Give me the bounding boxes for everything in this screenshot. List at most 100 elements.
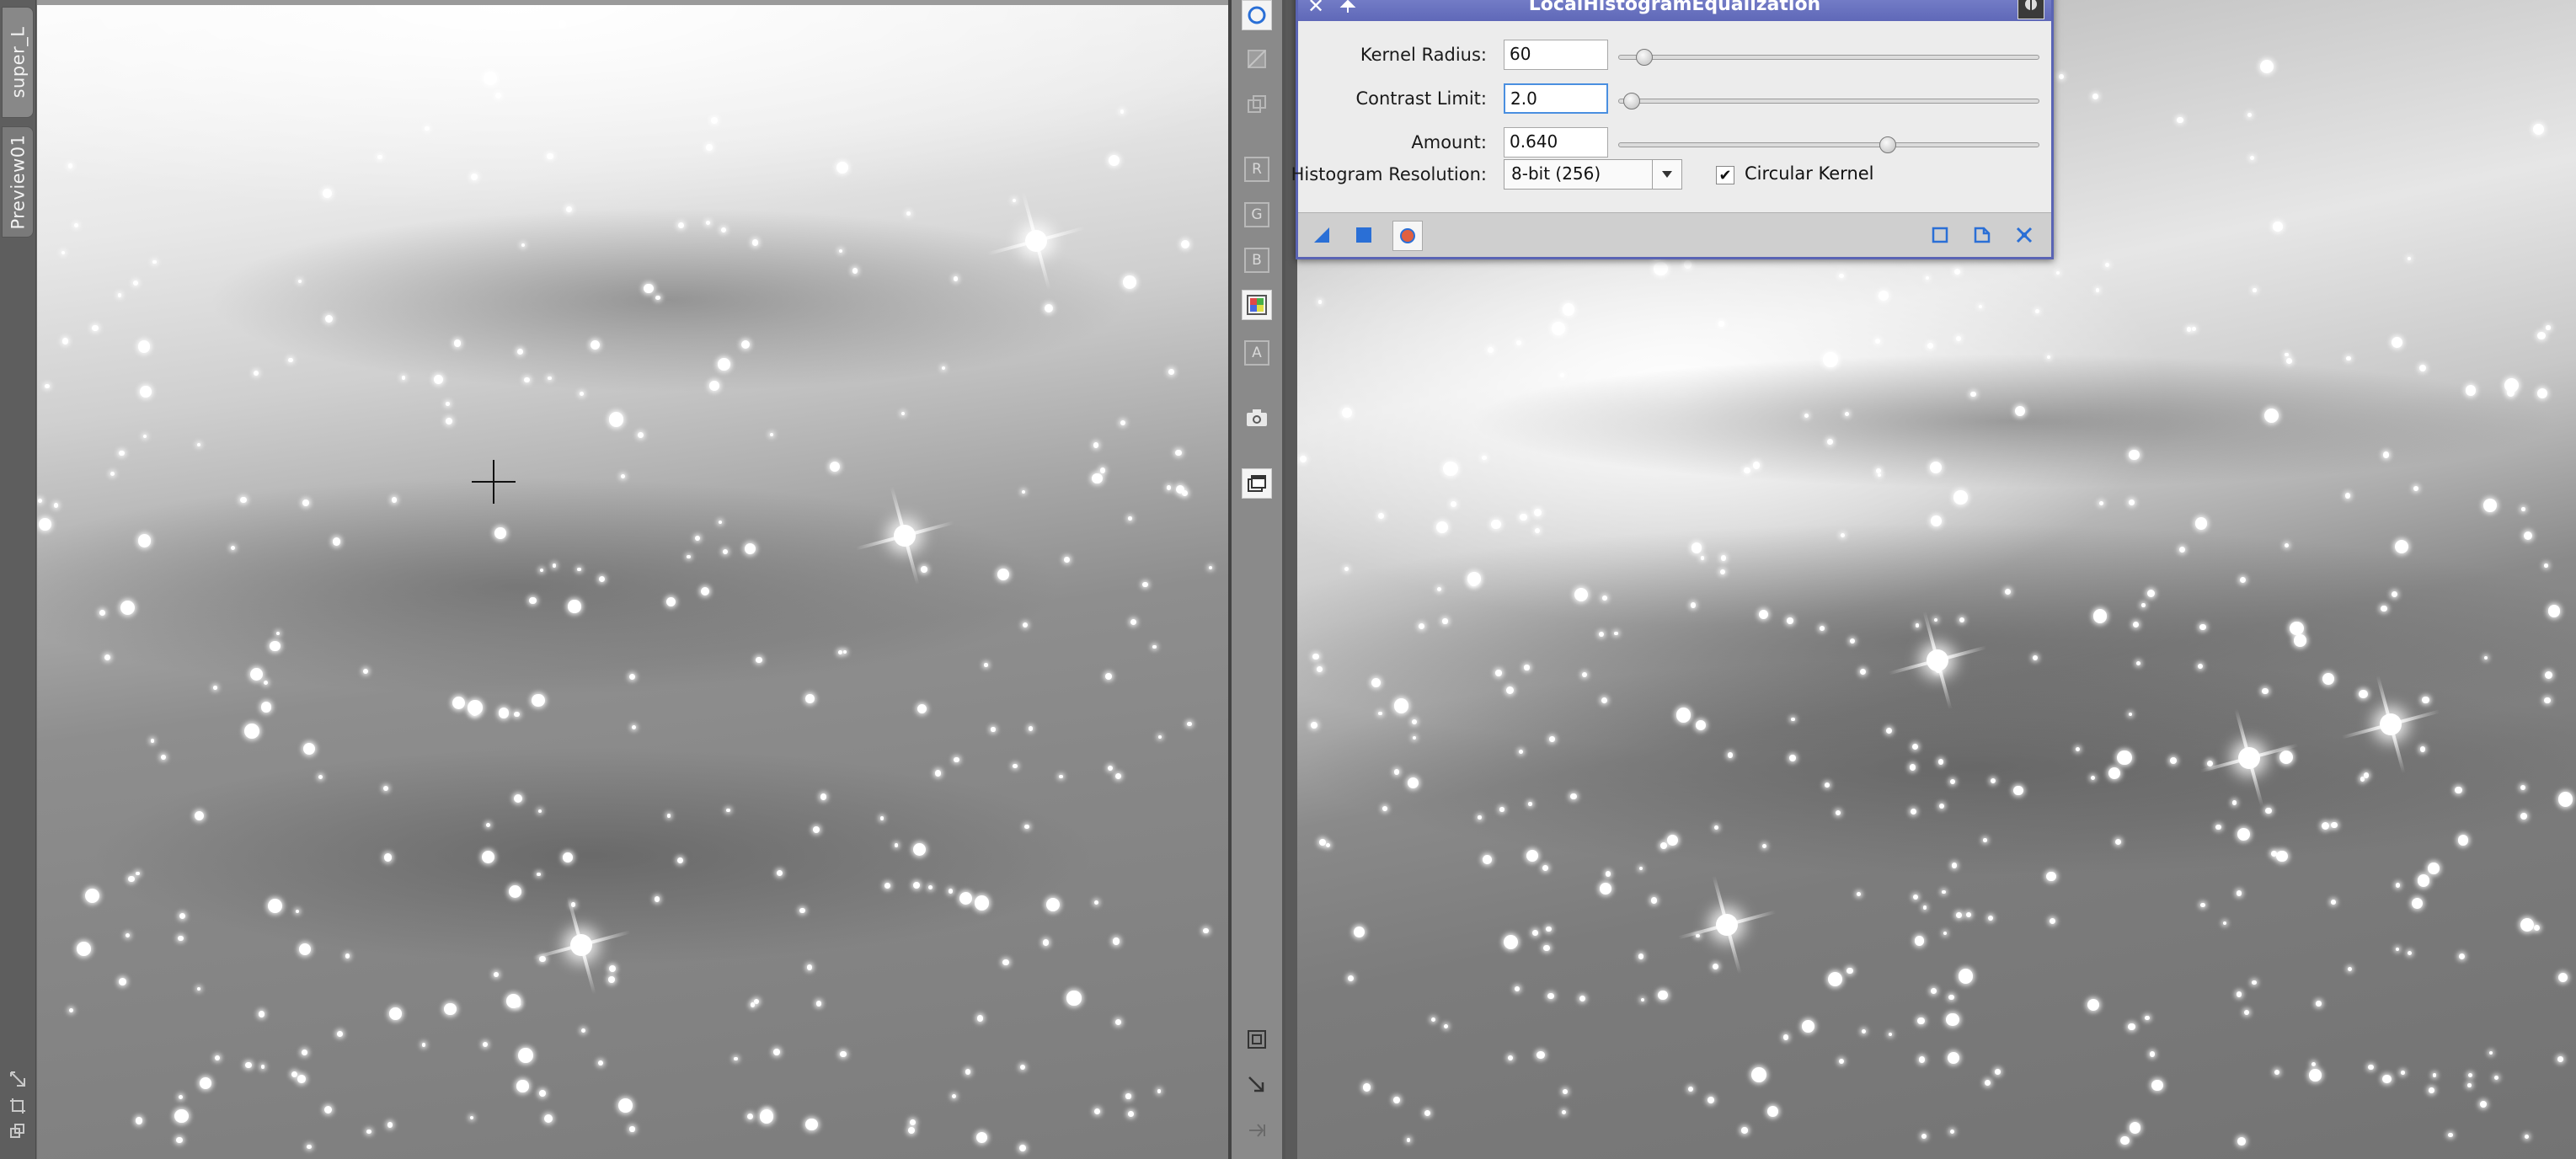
star: [307, 1144, 312, 1150]
star: [997, 568, 1009, 580]
dust-lane: [206, 207, 1132, 393]
star: [2479, 1100, 2487, 1108]
process-icon[interactable]: [2018, 0, 2044, 19]
star: [655, 295, 660, 301]
star: [719, 520, 723, 524]
real-time-preview-icon[interactable]: [1392, 221, 1423, 251]
channel-g-button[interactable]: G: [1244, 202, 1269, 227]
star: [1947, 1052, 1959, 1065]
star: [1875, 339, 1881, 344]
star: [322, 189, 332, 199]
star: [654, 896, 660, 902]
star: [514, 711, 521, 718]
star: [1953, 490, 1968, 505]
star: [618, 1098, 633, 1114]
window-layout-icon[interactable]: [1242, 468, 1272, 499]
star: [1690, 602, 1697, 608]
edit-instance-icon[interactable]: [1970, 223, 1994, 247]
star: [483, 1041, 489, 1048]
contrast-limit-input[interactable]: 2.0: [1504, 83, 1608, 114]
star: [1450, 501, 1456, 508]
star: [2521, 507, 2525, 511]
star: [700, 586, 709, 596]
star: [563, 852, 573, 863]
star: [1406, 1138, 1411, 1142]
star: [1927, 342, 1934, 350]
clone-icon[interactable]: [7, 1120, 29, 1142]
resize-arrow-icon[interactable]: [1242, 1070, 1272, 1100]
star: [61, 338, 68, 344]
star: [726, 808, 730, 813]
overlay-view-icon[interactable]: [1242, 89, 1272, 120]
star: [1547, 992, 1554, 1000]
amount-slider-handle[interactable]: [1879, 136, 1896, 153]
crop-icon[interactable]: [7, 1095, 29, 1117]
reset-icon[interactable]: [2012, 223, 2036, 247]
zoom-fit-icon[interactable]: [7, 1068, 29, 1090]
star: [2537, 387, 2548, 399]
contrast-limit-slider[interactable]: [1618, 93, 2039, 109]
channel-r-button[interactable]: R: [1244, 157, 1269, 182]
apply-global-icon[interactable]: [1352, 223, 1376, 247]
star: [906, 211, 911, 216]
star: [1528, 802, 1532, 806]
star: [1112, 937, 1120, 945]
pin-arrow-icon[interactable]: [1242, 1115, 1272, 1146]
star: [1092, 473, 1103, 483]
star: [391, 496, 398, 503]
mask-view-icon[interactable]: [1242, 44, 1272, 74]
dialog-title-bar[interactable]: ✕ LocalHistogramEqualization: [1298, 0, 2051, 21]
star: [2092, 93, 2099, 100]
amount-slider[interactable]: [1618, 136, 2039, 153]
tab-super-l[interactable]: super_L: [2, 7, 34, 118]
image-view-original[interactable]: [37, 0, 1228, 1159]
kernel-radius-slider[interactable]: [1618, 49, 2039, 66]
star: [1443, 462, 1458, 477]
star: [470, 174, 478, 181]
chevron-down-icon[interactable]: [1652, 160, 1681, 189]
star: [2191, 327, 2196, 332]
new-instance-icon[interactable]: [1310, 223, 1333, 247]
star: [1965, 912, 1971, 917]
star: [1752, 462, 1761, 470]
circular-kernel-checkbox[interactable]: ✔: [1716, 166, 1734, 184]
star: [2262, 687, 2269, 694]
star: [2557, 1056, 2563, 1063]
star: [1018, 1145, 1026, 1152]
star: [1825, 782, 1830, 788]
star: [665, 596, 676, 606]
star: [516, 1080, 529, 1092]
star: [2309, 1069, 2322, 1082]
star: [2395, 947, 2400, 951]
channel-alpha-button[interactable]: A: [1244, 340, 1269, 366]
star: [928, 885, 933, 890]
star: [852, 268, 858, 274]
kernel-radius-input[interactable]: 60: [1504, 40, 1608, 70]
star: [1546, 926, 1552, 932]
histogram-resolution-select[interactable]: 8-bit (256): [1504, 159, 1682, 190]
tab-preview01[interactable]: Preview01: [2, 126, 34, 238]
amount-input[interactable]: 0.640: [1504, 127, 1608, 158]
star: [110, 471, 115, 476]
star: [1951, 863, 1958, 868]
star: [387, 1121, 393, 1128]
preview-mode-button[interactable]: [1242, 0, 1272, 30]
contrast-limit-slider-handle[interactable]: [1622, 93, 1640, 109]
browse-documentation-icon[interactable]: [1928, 223, 1952, 247]
channel-b-button[interactable]: B: [1244, 248, 1269, 273]
zoom-fit-icon[interactable]: [1242, 1024, 1272, 1055]
star: [1838, 273, 1844, 279]
star: [1093, 1108, 1101, 1115]
dialog-title: LocalHistogramEqualization: [1528, 0, 1821, 15]
star: [548, 376, 552, 380]
camera-icon[interactable]: [1242, 403, 1272, 433]
dialog-control-bar: [1298, 212, 2051, 257]
channel-rgb-button[interactable]: [1242, 290, 1272, 320]
star: [2524, 531, 2533, 540]
star: [2448, 1132, 2453, 1137]
kernel-radius-slider-handle[interactable]: [1635, 49, 1653, 66]
star: [1741, 1127, 1748, 1134]
star: [2520, 784, 2525, 791]
star: [288, 357, 293, 363]
star: [1325, 842, 1331, 848]
